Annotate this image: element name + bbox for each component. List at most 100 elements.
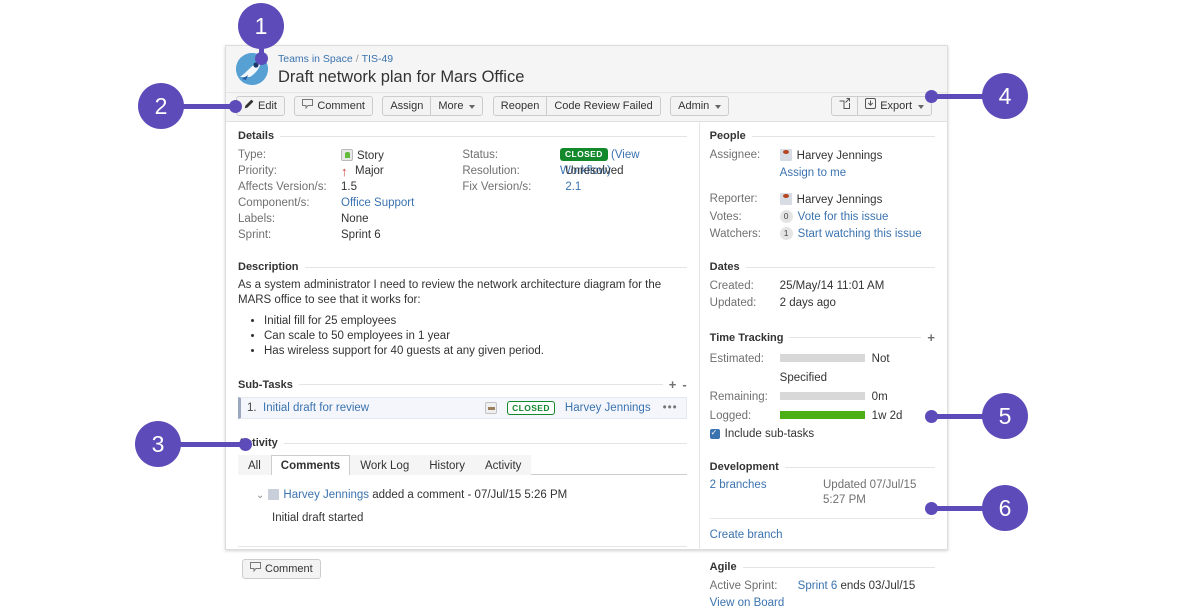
active-sprint-row: Active Sprint: Sprint 6 ends 03/Jul/15	[710, 578, 935, 595]
subtask-assignee-link[interactable]: Harvey Jennings	[565, 402, 651, 414]
component-link[interactable]: Office Support	[341, 197, 414, 209]
edit-button[interactable]: Edit	[236, 96, 285, 116]
tab-activity[interactable]: Activity	[475, 455, 532, 475]
view-on-board-link[interactable]: View on Board	[710, 595, 785, 612]
watchers-value: 1 Start watching this issue	[779, 226, 922, 243]
add-comment-button[interactable]: Comment	[242, 559, 321, 579]
detail-row-components: Component/s: Office Support	[238, 195, 462, 211]
callout-1-circle: 1	[238, 3, 284, 49]
detail-label: Type:	[238, 149, 267, 161]
dates-heading: Dates	[710, 261, 935, 273]
subtasks-heading-label: Sub-Tasks	[238, 378, 293, 391]
divider	[283, 442, 687, 444]
callout-6-circle: 6	[982, 485, 1028, 531]
logged-value-cell: 1w 2d	[779, 407, 902, 426]
activity-tabs: All Comments Work Log History Activity	[238, 454, 687, 475]
callout-6-line	[930, 506, 986, 511]
comment-timestamp: 07/Jul/15 5:26 PM	[474, 489, 568, 501]
details-left-column: Type: Story Priority: Major Affects Vers…	[238, 147, 462, 243]
votes-row: Votes: 0 Vote for this issue	[710, 209, 935, 226]
sprint-end-date: ends 03/Jul/15	[840, 580, 916, 592]
divider	[304, 266, 687, 268]
divider	[745, 266, 935, 268]
comment-button[interactable]: Comment	[294, 96, 373, 116]
log-work-icon[interactable]: +	[927, 330, 935, 345]
export-button[interactable]: Export	[857, 96, 932, 116]
more-button-label: More	[438, 100, 464, 112]
story-type-icon	[341, 149, 353, 161]
callout-3-circle: 3	[135, 421, 181, 467]
details-right-column: Status: CLOSED (View Workflow) Resolutio…	[462, 147, 686, 243]
dates-section: Dates Created: 25/May/14 11:01 AM Update…	[710, 261, 935, 312]
subtask-menu-icon[interactable]: •••	[663, 402, 678, 414]
export-button-label: Export	[880, 100, 912, 112]
breadcrumb-issue-link[interactable]: TIS-49	[362, 53, 394, 65]
branches-link[interactable]: 2 branches	[710, 478, 767, 508]
share-button[interactable]	[831, 96, 859, 116]
subtask-link[interactable]: Initial draft for review	[263, 402, 369, 414]
assign-to-me-link[interactable]: Assign to me	[780, 167, 846, 179]
more-button[interactable]: More	[430, 96, 484, 116]
detail-value: CLOSED (View Workflow)	[559, 147, 687, 177]
create-branch-link[interactable]: Create branch	[710, 528, 783, 543]
logged-bar	[779, 410, 865, 419]
watch-link[interactable]: Start watching this issue	[798, 228, 922, 240]
collapse-subtasks-icon[interactable]: -	[682, 377, 686, 392]
breadcrumb-separator: /	[355, 53, 359, 65]
branches-updated: Updated 07/Jul/15 5:27 PM	[823, 479, 917, 506]
detail-row-resolution: Resolution: Unresolved	[462, 163, 686, 179]
chevron-down-icon[interactable]: ⌄	[256, 490, 264, 501]
activity-section: Activity All Comments Work Log History A…	[238, 437, 687, 579]
development-section: Development 2 branches Updated 07/Jul/15…	[709, 461, 935, 543]
add-subtask-icon[interactable]: +	[669, 377, 677, 392]
table-row[interactable]: 1. Initial draft for review CLOSED Harve…	[238, 397, 687, 419]
breadcrumb-project-link[interactable]: Teams in Space	[278, 53, 353, 65]
subtask-number: 1.	[247, 402, 257, 414]
include-subtasks-row[interactable]: Include sub-tasks	[709, 426, 935, 443]
tab-all[interactable]: All	[238, 455, 271, 475]
admin-button[interactable]: Admin	[670, 96, 730, 116]
issue-body: Details Type: Story Priority: Major	[226, 122, 947, 609]
assign-button-label: Assign	[390, 100, 424, 112]
reopen-button[interactable]: Reopen	[492, 96, 548, 116]
share-icon	[839, 97, 851, 115]
subtask-assignee: Harvey Jennings	[565, 402, 651, 414]
include-subtasks-checkbox[interactable]	[709, 427, 720, 439]
assign-button[interactable]: Assign	[382, 96, 432, 116]
time-tracking-heading: Time Tracking +	[710, 330, 935, 345]
estimated-label: Estimated:	[709, 353, 764, 365]
toolbar-right-group: Export	[831, 96, 938, 116]
admin-group: Admin	[670, 96, 730, 116]
watchers-row: Watchers: 1 Start watching this issue	[710, 226, 935, 243]
code-review-failed-button[interactable]: Code Review Failed	[546, 96, 661, 116]
activity-heading: Activity	[238, 437, 687, 449]
detail-label: Resolution:	[462, 165, 520, 177]
comment-author-link[interactable]: Harvey Jennings	[283, 489, 369, 501]
code-review-failed-label: Code Review Failed	[554, 100, 653, 112]
people-heading: People	[710, 130, 935, 142]
callout-5-dot	[925, 410, 938, 423]
detail-row-priority: Priority: Major	[238, 163, 462, 179]
sprint-link[interactable]: Sprint 6	[798, 580, 838, 592]
fix-version-link[interactable]: 2.1	[565, 181, 581, 193]
callout-6-dot	[925, 502, 938, 515]
votes-count-badge: 0	[779, 210, 793, 223]
comment-body: Initial draft started	[272, 512, 364, 524]
agile-section: Agile Active Sprint: Sprint 6 ends 03/Ju…	[710, 561, 935, 612]
assignee-label: Assignee:	[709, 149, 761, 161]
breadcrumb: Teams in Space / TIS-49	[278, 51, 935, 66]
dates-heading-label: Dates	[709, 261, 740, 273]
description-section: Description As a system administrator I …	[238, 261, 687, 359]
detail-value: None	[341, 213, 369, 225]
detail-value: Major	[341, 163, 384, 179]
workflow-group: Reopen Code Review Failed	[492, 96, 661, 116]
edit-button-group: Edit	[236, 96, 285, 116]
vote-link[interactable]: Vote for this issue	[798, 211, 889, 223]
detail-label: Labels:	[238, 213, 276, 225]
tab-history[interactable]: History	[419, 455, 476, 475]
tab-work-log[interactable]: Work Log	[350, 455, 420, 475]
issue-main-column: Details Type: Story Priority: Major	[226, 122, 699, 579]
detail-label: Priority:	[238, 165, 277, 177]
tab-comments[interactable]: Comments	[270, 455, 351, 475]
details-heading: Details	[238, 130, 687, 142]
